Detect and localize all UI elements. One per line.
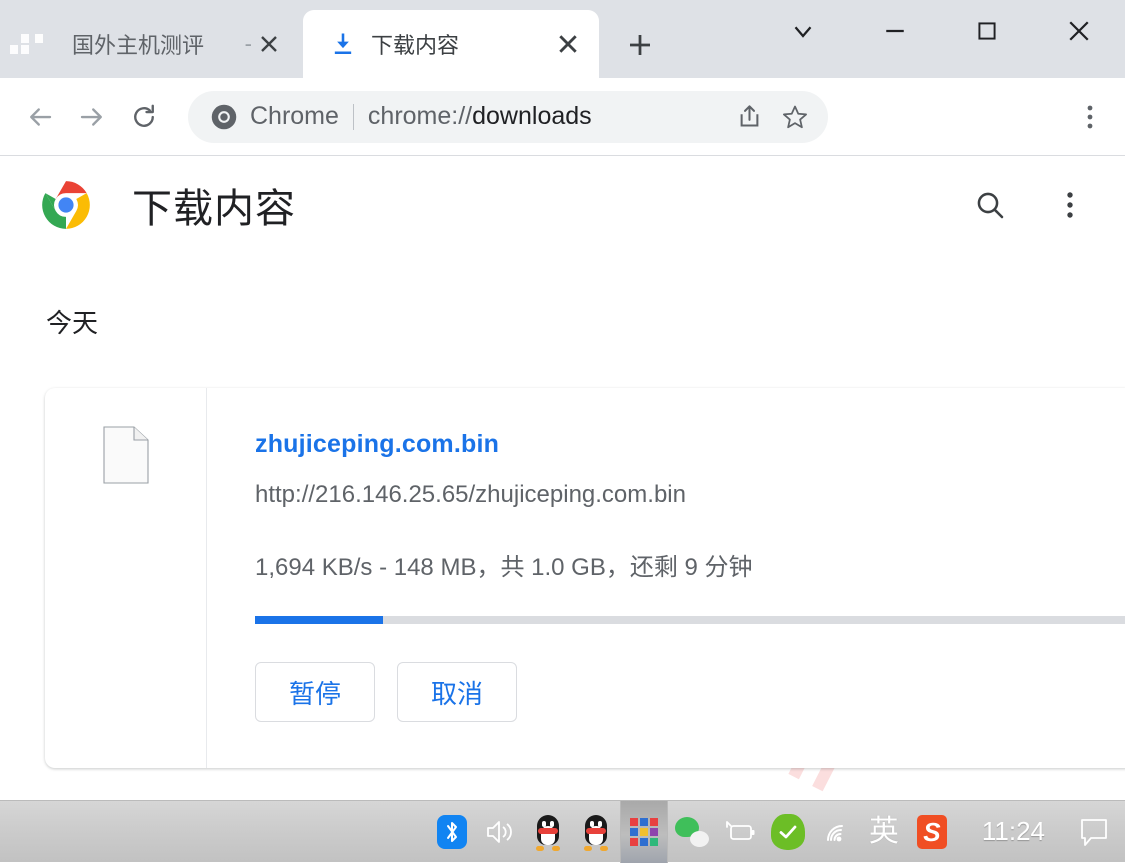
share-icon[interactable] (726, 94, 772, 140)
app-grid-icon[interactable] (620, 801, 668, 863)
browser-menu-icon[interactable] (1067, 91, 1113, 143)
download-progress-bar (255, 616, 1125, 624)
tab-downloads[interactable]: 下载内容 (303, 10, 599, 78)
section-label-today: 今天 (46, 303, 1125, 340)
security-check-icon[interactable] (764, 801, 812, 863)
downloads-page: zhujiceping.com 下载内容 (0, 157, 1125, 800)
new-tab-button[interactable] (618, 25, 662, 65)
wechat-icon[interactable] (668, 801, 716, 863)
download-source-url: http://216.146.25.65/zhujiceping.com.bin (255, 481, 1125, 509)
download-thumbnail (45, 388, 207, 768)
download-item-card: zhujiceping.com.bin http://216.146.25.65… (45, 388, 1125, 768)
download-details: zhujiceping.com.bin http://216.146.25.65… (207, 388, 1125, 768)
omnibox-url-path: downloads (472, 102, 592, 130)
maximize-button[interactable] (941, 0, 1033, 62)
address-bar[interactable]: Chrome chrome://downloads (188, 91, 828, 143)
page-title: 下载内容 (132, 176, 296, 234)
download-progress-fill (255, 616, 383, 624)
notification-icon[interactable] (1063, 801, 1125, 863)
wifi-icon[interactable] (812, 801, 860, 863)
chrome-logo-icon (210, 103, 238, 131)
omnibox-url-scheme: chrome:// (368, 102, 472, 130)
battery-charging-icon[interactable] (716, 801, 764, 863)
omnibox-separator (353, 104, 354, 130)
download-arrow-icon (329, 30, 357, 58)
download-actions: 暂停 取消 (255, 662, 1125, 722)
forward-arrow-icon[interactable] (66, 91, 118, 143)
tab-guowai-zhuji[interactable]: 国外主机测评 - (10, 10, 300, 78)
browser-toolbar: Chrome chrome://downloads (0, 78, 1125, 156)
chrome-logo (40, 179, 92, 231)
download-filename-link[interactable]: zhujiceping.com.bin (255, 430, 499, 459)
reload-icon[interactable] (118, 91, 170, 143)
pause-download-button[interactable]: 暂停 (255, 662, 375, 722)
tab-search-chevron-icon[interactable] (757, 0, 849, 62)
bluetooth-icon[interactable] (428, 801, 476, 863)
star-icon[interactable] (772, 94, 818, 140)
browser-window: 国外主机测评 - 下载内容 (0, 0, 1125, 800)
tab-label: 国外主机测评 (72, 28, 243, 60)
close-window-button[interactable] (1033, 0, 1125, 62)
page-header-actions (967, 182, 1093, 228)
sogou-icon[interactable]: S (908, 801, 956, 863)
tab-close-button[interactable] (252, 27, 286, 61)
window-controls (757, 0, 1125, 62)
red-site-favicon (32, 31, 58, 57)
minimize-button[interactable] (849, 0, 941, 62)
kebab-menu-icon[interactable] (1047, 182, 1093, 228)
qq-icon-2[interactable] (572, 801, 620, 863)
taskbar-clock[interactable]: 11:24 (956, 816, 1063, 847)
download-status-text: 1,694 KB/s - 148 MB，共 1.0 GB，还剩 9 分钟 (255, 547, 1125, 582)
system-tray: 英 S 11:24 (428, 801, 1125, 863)
back-arrow-icon[interactable] (14, 91, 66, 143)
downloads-page-header: 下载内容 (0, 157, 1125, 253)
cancel-download-button[interactable]: 取消 (397, 662, 517, 722)
qq-icon[interactable] (524, 801, 572, 863)
tab-title-truncation: - (245, 31, 252, 57)
tab-close-button[interactable] (551, 27, 585, 61)
ime-label: 英 (869, 817, 899, 847)
omnibox-url: chrome://downloads (368, 102, 592, 131)
tab-label: 下载内容 (371, 28, 551, 60)
generic-file-icon (103, 426, 149, 484)
windows-taskbar: 英 S 11:24 (0, 800, 1125, 862)
sogou-label: S (923, 819, 940, 845)
omnibox-chip-label: Chrome (250, 102, 339, 131)
ime-english-icon[interactable]: 英 (860, 801, 908, 863)
tab-strip: 国外主机测评 - 下载内容 (0, 0, 1125, 78)
volume-icon[interactable] (476, 801, 524, 863)
search-icon[interactable] (967, 182, 1013, 228)
